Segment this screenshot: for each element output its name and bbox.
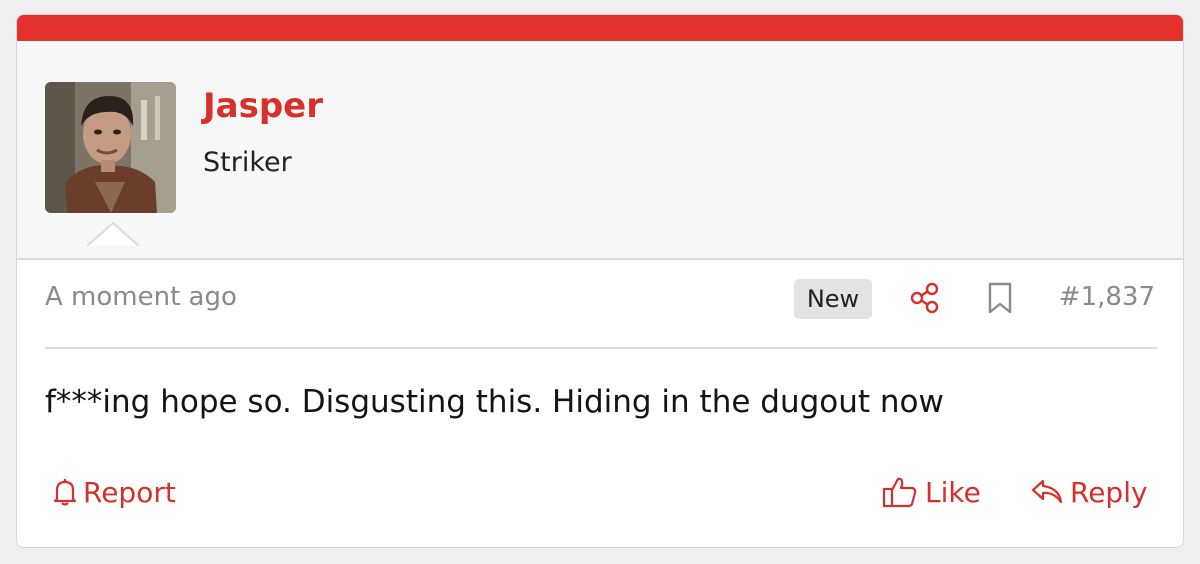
bell-icon <box>53 479 77 506</box>
divider <box>45 347 1157 349</box>
share-icon[interactable] <box>908 281 942 315</box>
card-top-bar <box>17 15 1183 41</box>
like-label: Like <box>925 475 981 509</box>
post-meta: A moment ago New #1,837 <box>17 273 1183 323</box>
post-message: f***ing hope so. Disgusting this. Hiding… <box>45 384 944 420</box>
thumbs-up-icon <box>882 477 917 508</box>
user-title: Striker <box>203 147 292 178</box>
reply-label: Reply <box>1070 475 1148 509</box>
reply-button[interactable]: Reply <box>1030 467 1148 517</box>
post-number-link[interactable]: #1,837 <box>1059 281 1155 313</box>
new-badge: New <box>794 279 872 319</box>
report-label: Report <box>83 475 176 509</box>
avatar[interactable] <box>45 82 176 213</box>
like-button[interactable]: Like <box>881 467 981 517</box>
post-actions: Report Like Reply <box>17 467 1183 517</box>
username[interactable]: Jasper <box>203 86 323 126</box>
reply-arrow-icon <box>1031 479 1063 504</box>
user-block: Jasper Striker <box>17 41 1183 260</box>
bookmark-icon[interactable] <box>985 281 1015 315</box>
report-button[interactable]: Report <box>53 467 176 517</box>
post-card: Jasper Striker A moment ago New #1,837 f… <box>16 14 1184 548</box>
post-timestamp[interactable]: A moment ago <box>45 281 237 313</box>
pointer-arrow <box>87 222 139 247</box>
